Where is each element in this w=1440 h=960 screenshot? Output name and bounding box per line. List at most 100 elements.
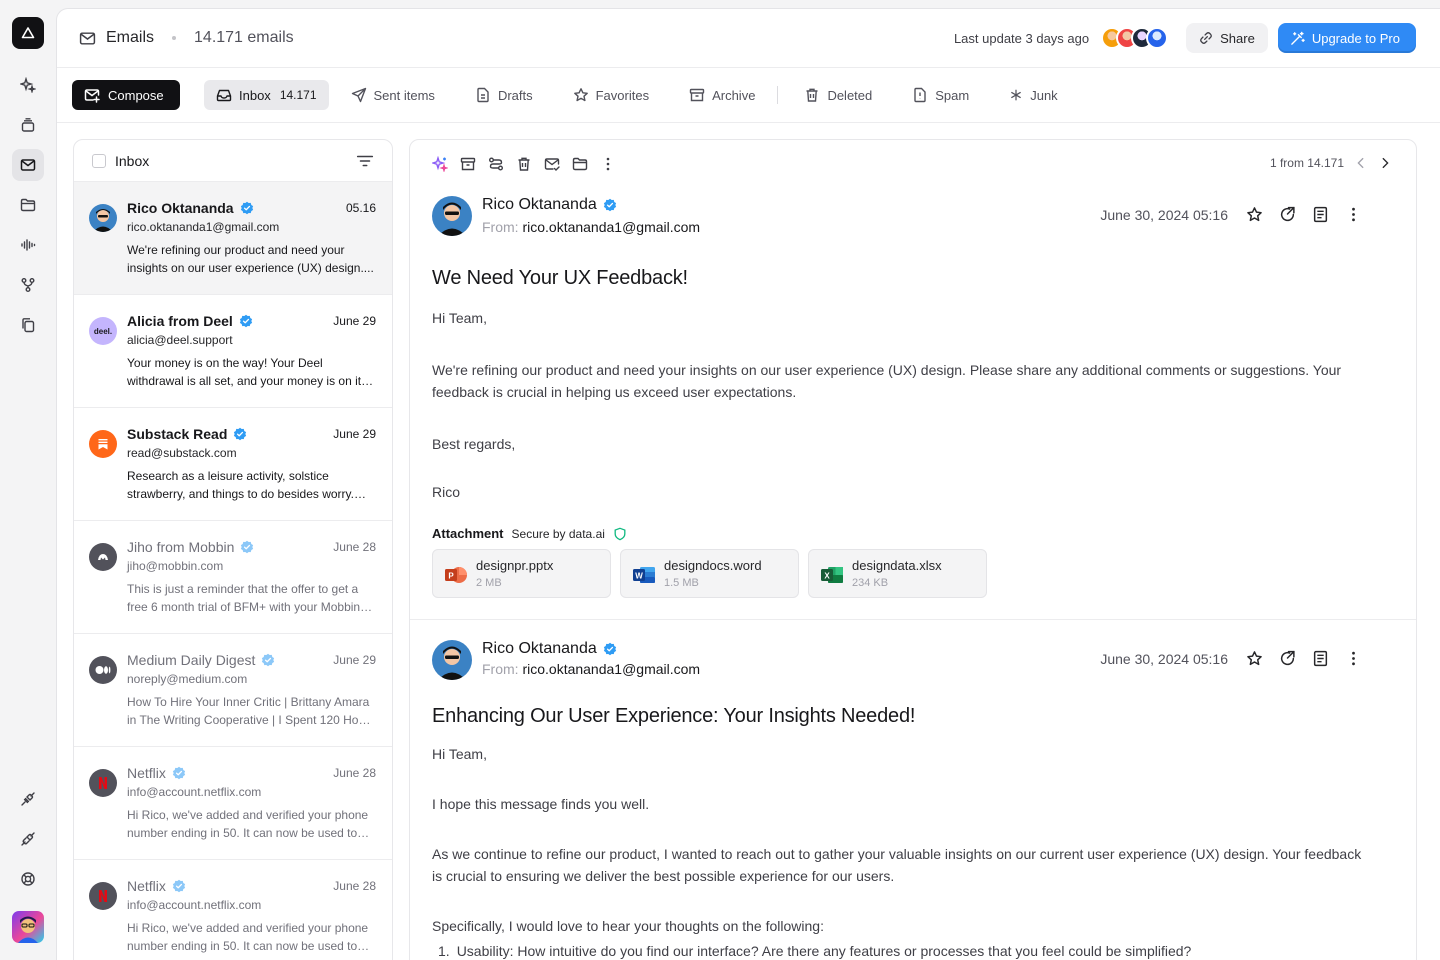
upgrade-button[interactable]: Upgrade to Pro [1277, 23, 1416, 53]
star-icon[interactable] [1246, 650, 1263, 667]
email-list-item[interactable]: Substack Read June 29 read@substack.com … [74, 408, 392, 521]
more-vertical-icon[interactable] [600, 156, 616, 172]
powerpoint-file-icon: P [445, 567, 467, 583]
collaborator-avatar [1146, 27, 1169, 49]
tab-deleted[interactable]: Deleted [792, 80, 884, 110]
document-icon[interactable] [1312, 206, 1329, 223]
asterisk-icon [1011, 89, 1022, 101]
audio-wave-icon[interactable] [12, 229, 44, 261]
tab-sent-items[interactable]: Sent items [339, 80, 447, 110]
sender-avatar [89, 769, 117, 797]
copy-icon[interactable] [12, 309, 44, 341]
mail-icon[interactable] [12, 149, 44, 181]
draft-file-icon [477, 87, 489, 103]
chevron-left-icon[interactable] [1354, 156, 1368, 170]
tab-spam[interactable]: Spam [900, 80, 981, 110]
inbox-icon [216, 89, 232, 102]
verified-badge-icon [234, 427, 247, 441]
attachment-size: 1.5 MB [664, 577, 699, 589]
stack-icon[interactable] [12, 109, 44, 141]
collaborator-avatars[interactable] [1101, 27, 1169, 49]
message-position: 1 from 14.171 [1269, 156, 1344, 170]
email-list-item[interactable]: Jiho from Mobbin June 28 jiho@mobbin.com… [74, 521, 392, 634]
tab-junk[interactable]: Junk [997, 80, 1069, 110]
forward-icon[interactable] [1279, 206, 1296, 223]
medium-logo-icon [95, 666, 111, 674]
tab-archive[interactable]: Archive [677, 80, 767, 110]
route-icon[interactable] [488, 156, 504, 172]
help-lifebuoy-icon[interactable] [12, 863, 44, 895]
mark-unread-icon[interactable] [544, 156, 560, 172]
attachment-file[interactable]: P designpr.pptx 2 MB [432, 549, 611, 598]
message-paragraph: We're refining our product and need your… [432, 362, 1342, 400]
select-all-checkbox[interactable] [92, 153, 106, 168]
verified-badge-icon [172, 879, 186, 893]
tab-favorites[interactable]: Favorites [561, 80, 661, 110]
page-title-text: Emails [106, 29, 155, 46]
verified-badge-icon [262, 653, 275, 667]
more-vertical-icon[interactable] [1345, 650, 1362, 667]
word-file-icon: W [633, 567, 655, 583]
email-message: Rico Oktananda From: rico.oktananda1@gma… [432, 640, 1396, 960]
page-title: Emails 14.171 emails [79, 29, 294, 47]
tab-drafts[interactable]: Drafts [463, 80, 545, 110]
email-list-item[interactable]: deel. Alicia from Deel June 29 alicia@de… [74, 295, 392, 408]
more-vertical-icon[interactable] [1345, 206, 1362, 223]
mail-icon [79, 31, 96, 45]
message-body: Hi Team, I hope this message finds you w… [432, 743, 1396, 960]
document-icon[interactable] [1312, 650, 1329, 667]
email-list-item[interactable]: Netflix June 28 info@account.netflix.com… [74, 860, 392, 960]
sender-name: Netflix [127, 878, 166, 894]
sender-name: Rico Oktananda [127, 200, 234, 216]
attachment-file[interactable]: W designdocs.word 1.5 MB [620, 549, 799, 598]
email-list-item[interactable]: Rico Oktananda 05.16 rico.oktananda1@gma… [74, 182, 392, 295]
attachment-size: 234 KB [852, 577, 889, 589]
app-logo-icon[interactable] [12, 17, 44, 49]
reading-pane: 1 from 14.171 Rico Oktananda From: rico.… [409, 139, 1417, 960]
filter-icon[interactable] [356, 152, 374, 170]
attachment-file[interactable]: X designdata.xlsx 234 KB [808, 549, 987, 598]
forward-icon[interactable] [1279, 650, 1296, 667]
verified-badge-icon [603, 198, 616, 212]
move-to-folder-icon[interactable] [572, 156, 588, 172]
plug-alt-icon[interactable] [12, 823, 44, 855]
ai-sparkle-icon[interactable] [432, 156, 448, 172]
message-subject: We Need Your UX Feedback! [432, 267, 688, 289]
verified-badge-icon [241, 540, 254, 554]
sender-email: noreply@medium.com [127, 672, 248, 686]
inbox-list: Inbox Rico Oktananda 05.16 rico.oktanand… [73, 139, 393, 960]
sender-avatar [89, 543, 117, 571]
email-snippet: Hi Rico, we've added and verified your p… [127, 921, 369, 953]
email-message: Rico Oktananda From: rico.oktananda1@gma… [432, 196, 1396, 598]
magic-wand-icon [1291, 31, 1305, 45]
chevron-right-icon[interactable] [1378, 156, 1392, 170]
folder-icon[interactable] [12, 189, 44, 221]
sender-email: jiho@mobbin.com [127, 559, 224, 573]
plug-icon[interactable] [12, 783, 44, 815]
tab-inbox[interactable]: Inbox 14.171 [204, 80, 329, 110]
shield-icon [614, 527, 626, 540]
message-date: June 30, 2024 05:16 [1100, 650, 1228, 667]
share-button[interactable]: Share [1186, 23, 1268, 53]
message-greeting: Hi Team, [432, 746, 487, 762]
star-icon[interactable] [1246, 206, 1263, 223]
message-header: Rico Oktananda From: rico.oktananda1@gma… [432, 196, 1396, 238]
archive-icon[interactable] [460, 156, 476, 172]
email-list-item[interactable]: Medium Daily Digest June 29 noreply@medi… [74, 634, 392, 747]
sparkle-icon[interactable] [12, 69, 44, 101]
attachment-name: designdata.xlsx [852, 558, 942, 573]
left-rail [0, 0, 56, 960]
compose-mail-icon [84, 89, 100, 103]
branch-icon[interactable] [12, 269, 44, 301]
email-list-item[interactable]: Netflix June 28 info@account.netflix.com… [74, 747, 392, 860]
email-snippet: We're refining our product and need your… [127, 243, 374, 275]
sender-email: rico.oktananda1@gmail.com [127, 220, 280, 234]
attachment-size: 2 MB [476, 577, 502, 589]
compose-button[interactable]: Compose [72, 80, 180, 110]
user-avatar[interactable] [12, 911, 44, 943]
trash-icon[interactable] [516, 156, 532, 172]
message-paragraph: Specifically, I would love to hear your … [432, 918, 824, 934]
svg-text:P: P [448, 572, 454, 581]
email-date: 05.16 [345, 201, 376, 215]
message-paragraph: As we continue to refine our product, I … [432, 846, 1362, 884]
